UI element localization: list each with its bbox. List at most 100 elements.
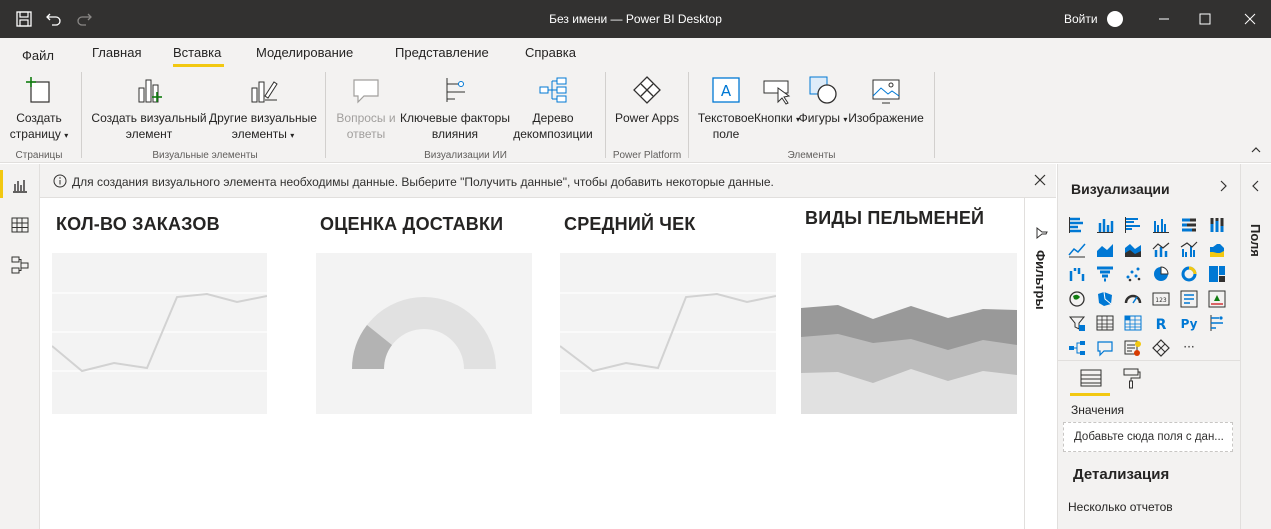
power-apps-label: Power Apps xyxy=(614,111,680,125)
key-influencers-button[interactable]: Ключевые факторы влияния xyxy=(398,74,512,142)
format-paint-roller-icon[interactable] xyxy=(1120,367,1144,389)
filters-pane[interactable]: Фильтры xyxy=(1024,198,1056,529)
maximize-icon[interactable] xyxy=(1197,11,1213,27)
line-clustered-column-icon[interactable] xyxy=(1180,241,1198,259)
values-drop-zone[interactable]: Добавьте сюда поля с дан... xyxy=(1063,422,1233,452)
matrix-icon[interactable] xyxy=(1124,314,1142,332)
group-separator xyxy=(81,72,82,158)
line-icon[interactable] xyxy=(1068,241,1086,259)
chevron-down-icon: ▾ xyxy=(290,131,295,140)
filter-icon xyxy=(1036,226,1048,240)
card-icon[interactable]: 123 xyxy=(1152,290,1170,308)
chevron-right-icon[interactable] xyxy=(1216,179,1230,193)
qa-icon xyxy=(353,79,379,104)
r-script-icon[interactable]: R xyxy=(1152,314,1170,333)
clustered-bar-icon[interactable] xyxy=(1124,216,1142,234)
image-label: Изображение xyxy=(848,111,924,125)
gauge-placeholder[interactable] xyxy=(316,253,532,414)
donut-icon[interactable] xyxy=(1180,265,1198,283)
filled-map-icon[interactable] xyxy=(1096,290,1114,308)
smart-narrative-icon[interactable] xyxy=(1124,339,1142,357)
group-separator xyxy=(605,72,606,158)
100-bar-icon[interactable] xyxy=(1180,216,1198,234)
line-column-icon[interactable] xyxy=(1152,241,1170,259)
report-view-icon[interactable] xyxy=(10,175,30,195)
qa-button[interactable]: Вопросы и ответы xyxy=(333,74,399,142)
text-box-button[interactable]: A Текстовое поле xyxy=(694,74,758,142)
funnel-icon[interactable] xyxy=(1096,265,1114,283)
avatar[interactable] xyxy=(1107,11,1123,27)
pane-section-tabs xyxy=(1058,360,1241,402)
power-apps-icon[interactable] xyxy=(1152,339,1170,357)
new-page-button[interactable]: Создать страницу ▾ xyxy=(4,74,74,144)
report-canvas[interactable]: Для создания визуального элемента необхо… xyxy=(40,164,1056,529)
fields-well-icon[interactable] xyxy=(1079,367,1103,389)
collapse-ribbon-icon[interactable] xyxy=(1250,144,1262,156)
close-icon[interactable] xyxy=(1242,11,1258,27)
stacked-column-icon[interactable] xyxy=(1096,216,1114,234)
svg-text:R: R xyxy=(1156,317,1167,332)
visualizations-pane: Визуализации 123 R Py ··· Значения Добавьте… xyxy=(1057,164,1241,529)
area-icon[interactable] xyxy=(1096,241,1114,259)
new-visual-label: Создать визуальный элемент xyxy=(91,111,207,141)
more-icon[interactable]: ··· xyxy=(1180,339,1198,357)
stacked-area-icon[interactable] xyxy=(1124,241,1142,259)
tab-insert[interactable]: Вставка xyxy=(173,45,221,60)
area-chart-placeholder[interactable] xyxy=(801,253,1017,414)
visual-title: СРЕДНИЙ ЧЕК xyxy=(564,214,696,234)
qa-icon[interactable] xyxy=(1096,339,1114,357)
minimize-icon[interactable] xyxy=(1156,11,1172,27)
decomposition-tree-button[interactable]: Дерево декомпозиции xyxy=(508,74,598,142)
svg-text:123: 123 xyxy=(1155,297,1167,304)
gauge-placeholder-graphic xyxy=(352,297,496,369)
decomposition-tree-icon[interactable] xyxy=(1068,339,1086,357)
model-view-icon[interactable] xyxy=(10,255,30,275)
chevron-left-icon[interactable] xyxy=(1249,179,1263,193)
clustered-column-icon[interactable] xyxy=(1152,216,1170,234)
more-visuals-button[interactable]: Другие визуальные элементы ▾ xyxy=(206,74,320,144)
fields-pane[interactable]: Поля xyxy=(1240,164,1271,529)
shapes-button[interactable]: Фигуры ▾ xyxy=(798,74,848,128)
tab-file[interactable]: Файл xyxy=(22,48,54,63)
drillthrough-heading: Детализация xyxy=(1073,466,1170,483)
new-visual-button[interactable]: Создать визуальный элемент xyxy=(90,74,208,142)
key-influencers-icon[interactable] xyxy=(1208,314,1226,332)
qa-label: Вопросы и ответы xyxy=(336,111,396,141)
gauge-icon[interactable] xyxy=(1124,290,1142,308)
buttons-button[interactable]: Кнопки ▾ xyxy=(752,74,802,128)
ribbon-icon[interactable] xyxy=(1208,241,1226,259)
python-icon[interactable]: Py xyxy=(1180,314,1198,332)
tab-modeling[interactable]: Моделирование xyxy=(256,45,353,60)
pie-icon[interactable] xyxy=(1152,265,1170,283)
decomposition-tree-label: Дерево декомпозиции xyxy=(513,111,593,141)
key-influencers-icon xyxy=(446,78,465,102)
active-section-indicator xyxy=(1070,393,1110,396)
waterfall-icon[interactable] xyxy=(1068,265,1086,283)
tab-help[interactable]: Справка xyxy=(525,45,576,60)
sign-in-button[interactable]: Войти xyxy=(1064,12,1098,26)
group-separator xyxy=(688,72,689,158)
line-chart-placeholder[interactable] xyxy=(559,253,777,414)
line-chart-placeholder[interactable] xyxy=(51,253,268,414)
group-separator xyxy=(934,72,935,158)
multi-row-card-icon[interactable] xyxy=(1180,290,1198,308)
image-button[interactable]: Изображение xyxy=(846,74,926,126)
map-icon[interactable] xyxy=(1068,290,1086,308)
slicer-icon[interactable] xyxy=(1068,314,1086,332)
area-placeholder-graphic xyxy=(801,305,1017,414)
tab-view[interactable]: Представление xyxy=(395,45,489,60)
table-icon[interactable] xyxy=(1096,314,1114,332)
filters-label: Фильтры xyxy=(1033,250,1048,310)
group-label-pages: Страницы xyxy=(15,150,63,161)
close-icon[interactable] xyxy=(1032,172,1048,188)
treemap-icon[interactable] xyxy=(1208,265,1226,283)
group-label-power-platform: Power Platform xyxy=(612,150,682,161)
kpi-icon[interactable] xyxy=(1208,290,1226,308)
100-column-icon[interactable] xyxy=(1208,216,1226,234)
stacked-bar-icon[interactable] xyxy=(1068,216,1086,234)
data-view-icon[interactable] xyxy=(10,215,30,235)
power-apps-button[interactable]: Power Apps xyxy=(612,74,682,126)
scatter-icon[interactable] xyxy=(1124,265,1142,283)
tab-home[interactable]: Главная xyxy=(92,45,141,60)
more-visuals-icon xyxy=(251,81,278,103)
